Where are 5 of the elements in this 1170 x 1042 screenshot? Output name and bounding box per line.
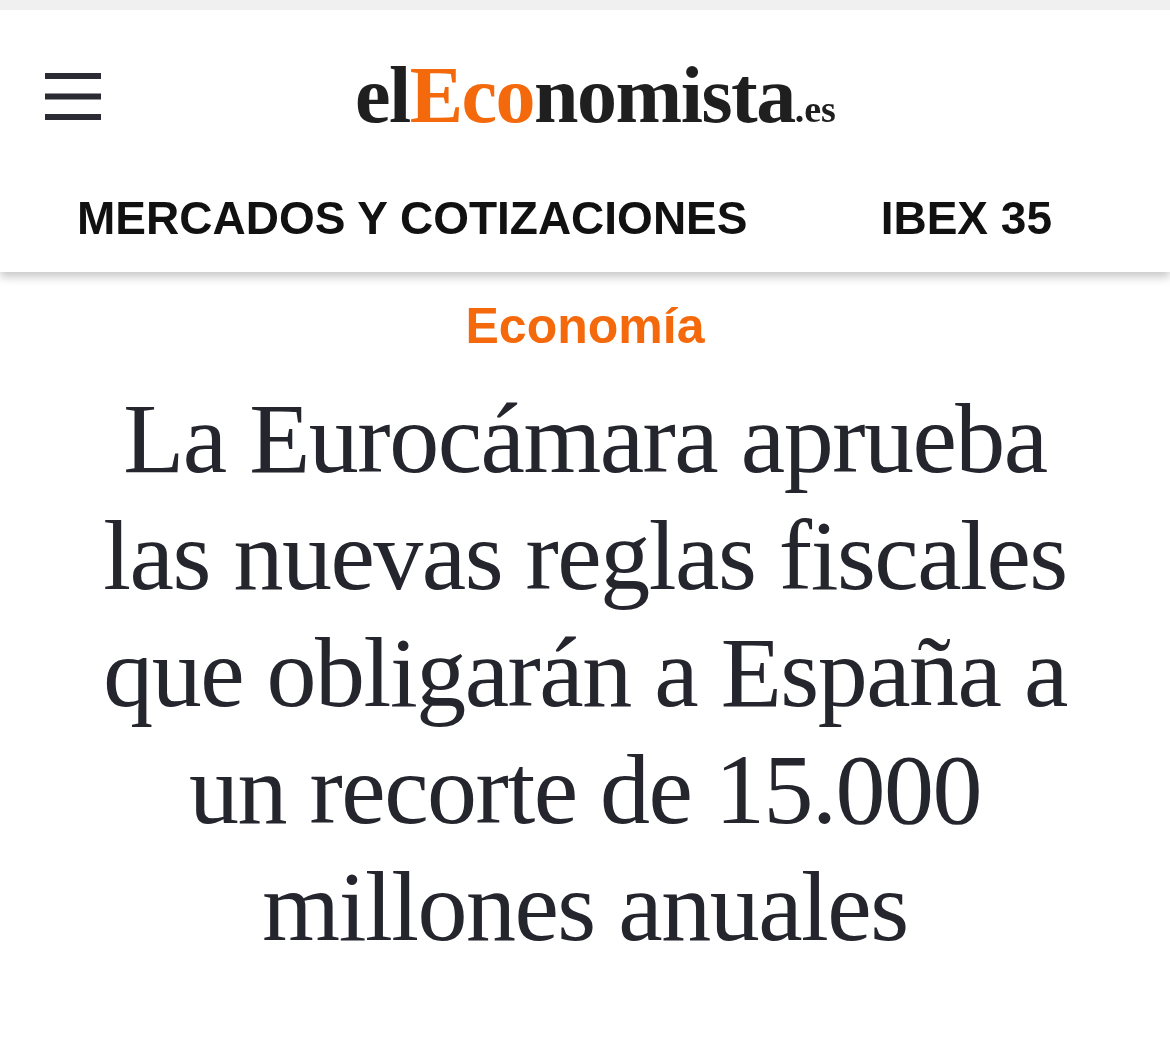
nav-link[interactable]: IBEX 35	[880, 192, 1052, 244]
site-logo[interactable]: elEconomista.es	[355, 55, 836, 135]
menu-icon[interactable]	[45, 72, 101, 120]
nav-link[interactable]: MERCADOS Y COTIZACIONES	[77, 192, 748, 244]
article-headline: La Eurocámara aprueba las nuevas reglas fiscales que obligarán a España a un recorte de 15.000 millones anuales	[102, 382, 1068, 964]
